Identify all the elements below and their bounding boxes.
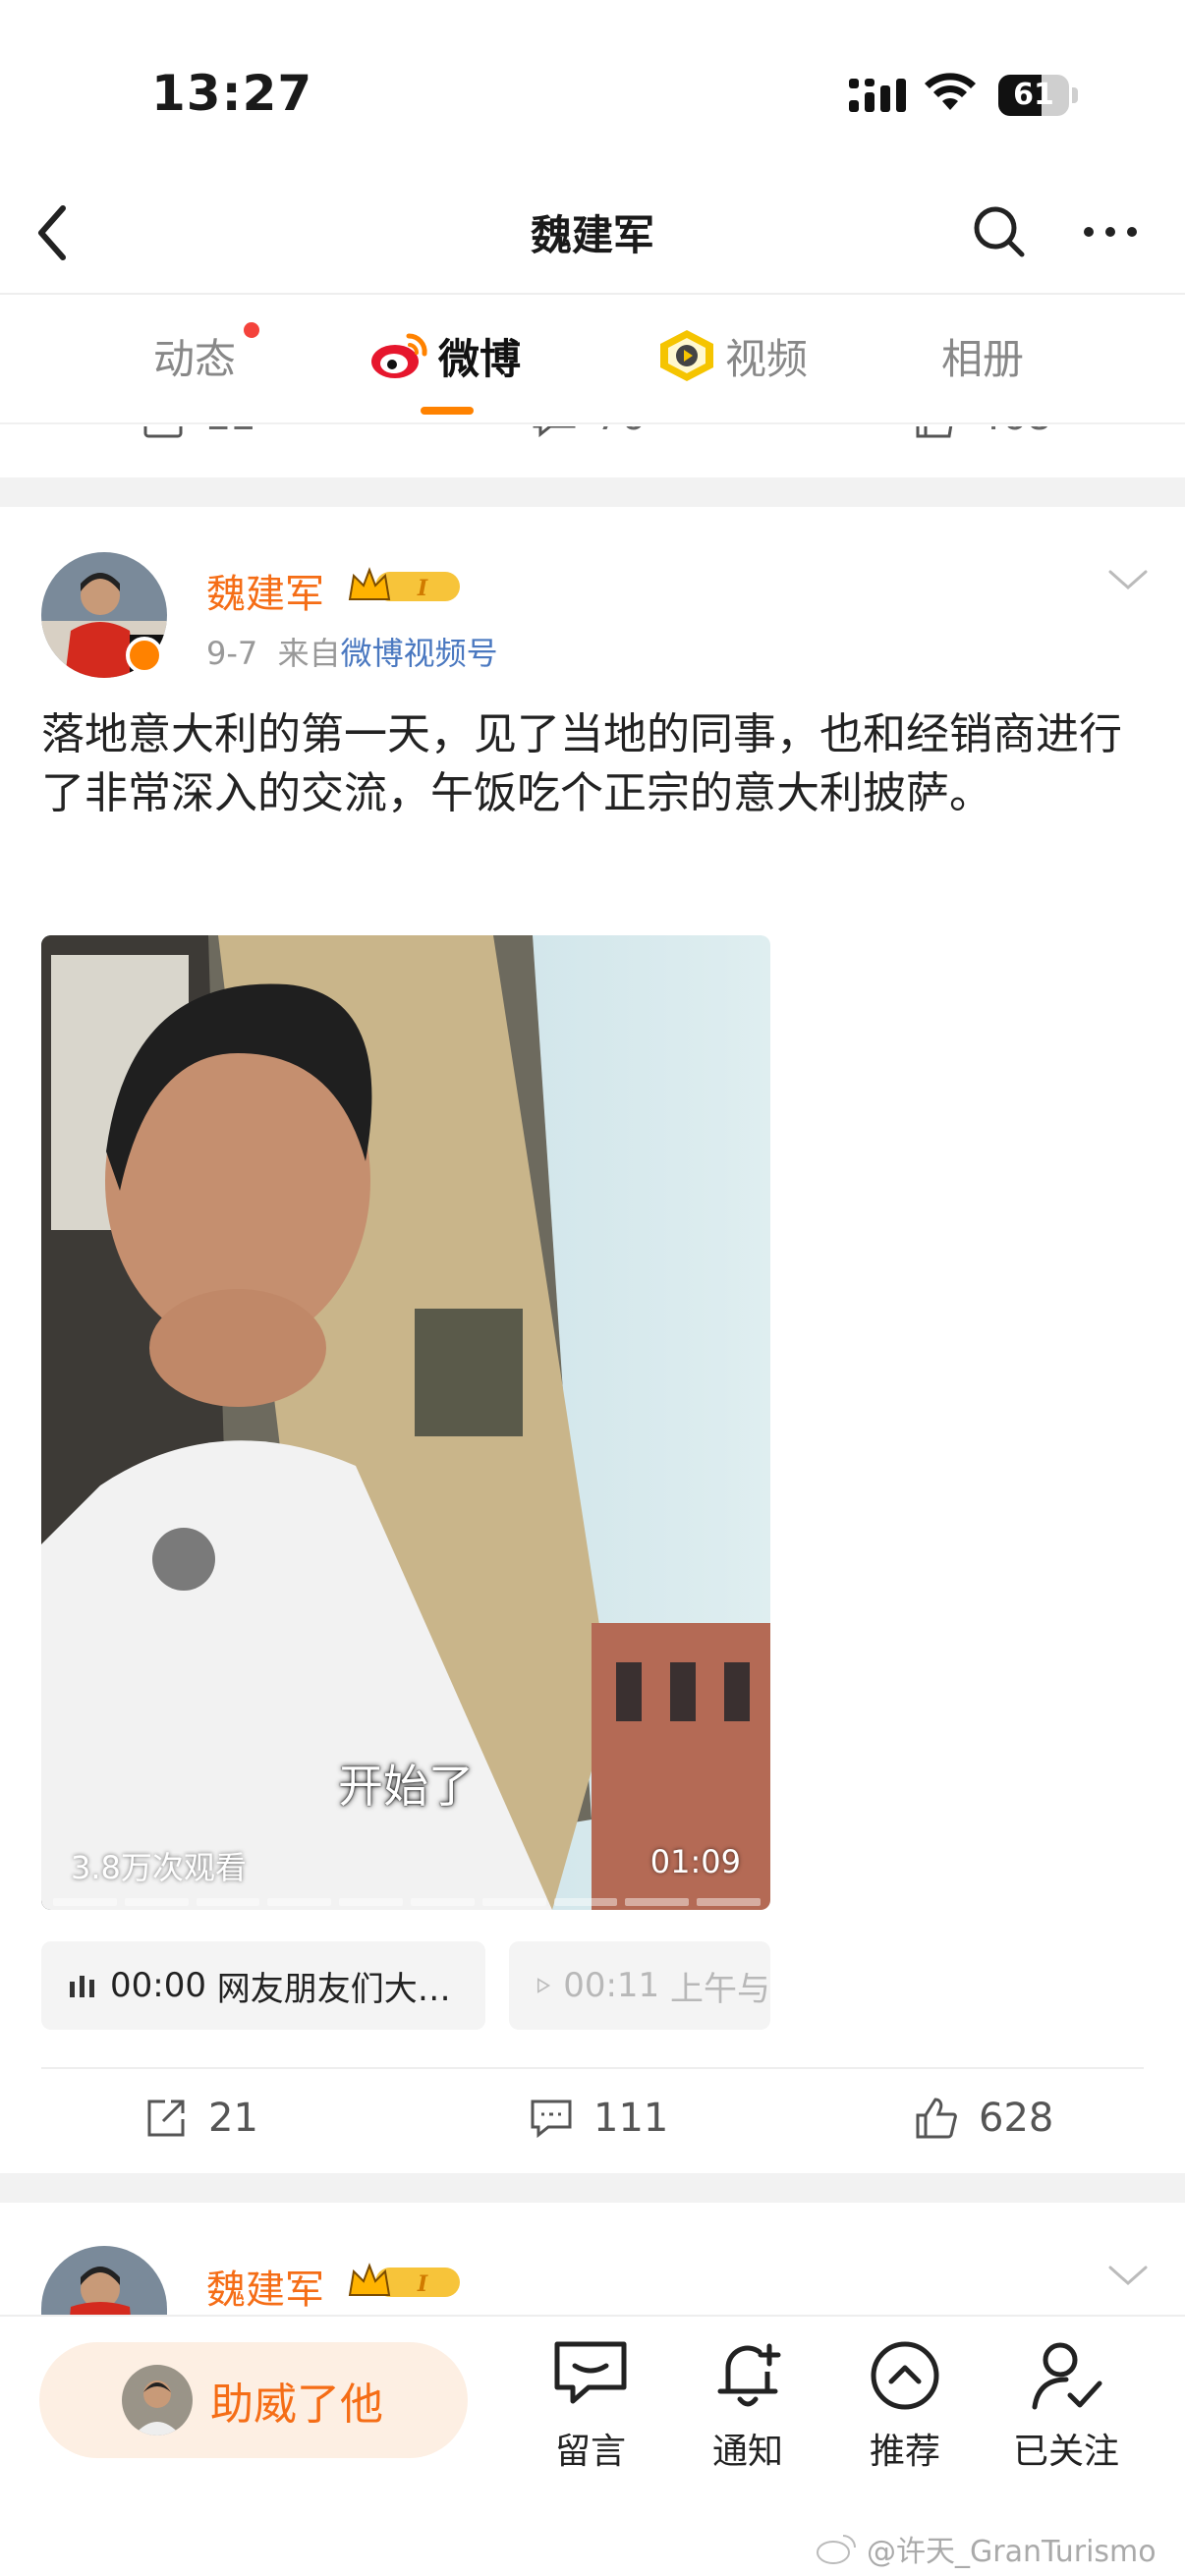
- chapter-time: 00:11: [563, 1966, 660, 2005]
- active-tab-indicator: [421, 407, 474, 415]
- following-label: 已关注: [1012, 2432, 1119, 2472]
- post-text: 落地意大利的第一天，见了当地的同事，也和经销商进行了非常深入的交流，午饭吃个正宗…: [41, 709, 1122, 818]
- following-button[interactable]: 已关注: [1002, 2338, 1130, 2474]
- battery-icon: 61: [998, 75, 1078, 116]
- avatar: [122, 2365, 193, 2436]
- video-badge-icon: [660, 330, 713, 381]
- cheer-button[interactable]: 助威了他: [39, 2342, 468, 2458]
- play-icon: [536, 1978, 551, 1993]
- battery-level: 61: [1013, 78, 1054, 112]
- tab-video[interactable]: 视频: [656, 326, 808, 385]
- cheer-label: 助威了他: [210, 2380, 383, 2430]
- audio-bars-icon: [70, 1976, 94, 1997]
- wifi-icon: [925, 73, 976, 110]
- watermark-text: @许天_GranTurismo: [867, 2535, 1157, 2569]
- recommend-button[interactable]: 推荐: [841, 2338, 969, 2474]
- notification-dot: [244, 322, 259, 338]
- message-icon: [554, 2341, 627, 2404]
- tab-label: 相册: [941, 334, 1025, 383]
- repost-icon: [143, 426, 183, 438]
- section-gap: [0, 2173, 1185, 2203]
- more-icon[interactable]: [1081, 202, 1140, 261]
- tab-label: 视频: [725, 334, 809, 383]
- repost-count: 21: [208, 2096, 258, 2141]
- vip-crown-icon[interactable]: I: [346, 2262, 462, 2303]
- video-duration: 01:09: [649, 1843, 741, 1880]
- vip-crown-icon[interactable]: I: [346, 566, 462, 607]
- tab-label: 动态: [153, 334, 237, 383]
- comment-button[interactable]: 111: [529, 2089, 668, 2148]
- chevron-down-icon[interactable]: [1106, 2260, 1150, 2289]
- previous-post-stats: 22 76 468: [0, 426, 1185, 476]
- like-count[interactable]: 468: [912, 426, 1051, 440]
- chevron-down-icon[interactable]: [1106, 564, 1150, 593]
- section-gap: [0, 477, 1185, 507]
- weibo-logo-icon: [371, 333, 427, 378]
- cellular-signal-icon: [849, 79, 906, 112]
- video-subtitle: 开始了: [338, 1760, 474, 1813]
- weibo-watermark-icon: [817, 2535, 856, 2564]
- like-icon: [916, 426, 953, 438]
- chapter-chip[interactable]: 00:00 网友朋友们大…: [41, 1941, 485, 2030]
- divider: [41, 2067, 1144, 2069]
- notify-label: 通知: [711, 2432, 783, 2472]
- message-label: 留言: [554, 2432, 626, 2472]
- user-check-icon: [1032, 2342, 1102, 2410]
- status-time: 13:27: [151, 65, 313, 122]
- comment-icon: [533, 426, 576, 438]
- chapter-title: 上午与: [670, 1969, 770, 2009]
- post-author[interactable]: 魏建军: [206, 562, 324, 619]
- tab-album[interactable]: 相册: [941, 326, 1024, 385]
- profile-tabs: 动态 微博 视频 相册: [0, 297, 1185, 424]
- tab-weibo[interactable]: 微博: [369, 326, 521, 385]
- video-player[interactable]: 开始了 3.8万次观看 01:09: [41, 935, 770, 1910]
- post-meta: 9-7 来自微博视频号: [206, 629, 498, 674]
- profile-page: 13:27 61 魏建军 动态 微博 视频 相册 魏建军 I 9-7 来自微博视…: [0, 0, 1185, 2576]
- chevron-up-circle-icon: [871, 2341, 939, 2410]
- nav-bar: 魏建军: [0, 177, 1185, 295]
- repost-count[interactable]: 22: [141, 426, 256, 440]
- watermark: @许天_GranTurismo: [816, 2527, 1157, 2570]
- chapter-title: 网友朋友们大…: [216, 1969, 451, 2009]
- status-bar: 13:27 61: [0, 0, 1185, 177]
- recommend-label: 推荐: [869, 2432, 940, 2472]
- video-chapter-progress: [53, 1898, 761, 1906]
- post-date: 9-7: [206, 635, 258, 672]
- tab-label: 微博: [438, 334, 522, 383]
- thumbs-up-icon: [916, 2098, 957, 2139]
- verified-badge: [126, 637, 163, 674]
- notify-button[interactable]: 通知: [684, 2338, 812, 2474]
- svg-text:I: I: [417, 2271, 428, 2297]
- repost-button[interactable]: 21: [143, 2089, 258, 2148]
- comment-count[interactable]: 76: [531, 426, 646, 440]
- message-button[interactable]: 留言: [527, 2338, 654, 2474]
- avatar[interactable]: [41, 2246, 167, 2315]
- like-count: 628: [979, 2096, 1054, 2141]
- bell-plus-icon: [717, 2343, 781, 2407]
- chapter-chip[interactable]: 00:11 上午与: [509, 1941, 770, 2030]
- search-icon[interactable]: [971, 202, 1028, 261]
- comment-count: 111: [593, 2096, 669, 2141]
- source-prefix: 来自: [277, 635, 341, 672]
- repost-icon: [147, 2100, 185, 2137]
- chapter-time: 00:00: [110, 1966, 206, 2005]
- like-button[interactable]: 628: [914, 2089, 1053, 2148]
- source-link[interactable]: 微博视频号: [341, 635, 498, 672]
- post-author[interactable]: 魏建军: [206, 2258, 324, 2315]
- view-count: 3.8万次观看: [71, 1849, 247, 1886]
- tab-feed[interactable]: 动态: [153, 326, 236, 385]
- svg-text:I: I: [417, 576, 428, 601]
- comment-icon: [531, 2100, 572, 2139]
